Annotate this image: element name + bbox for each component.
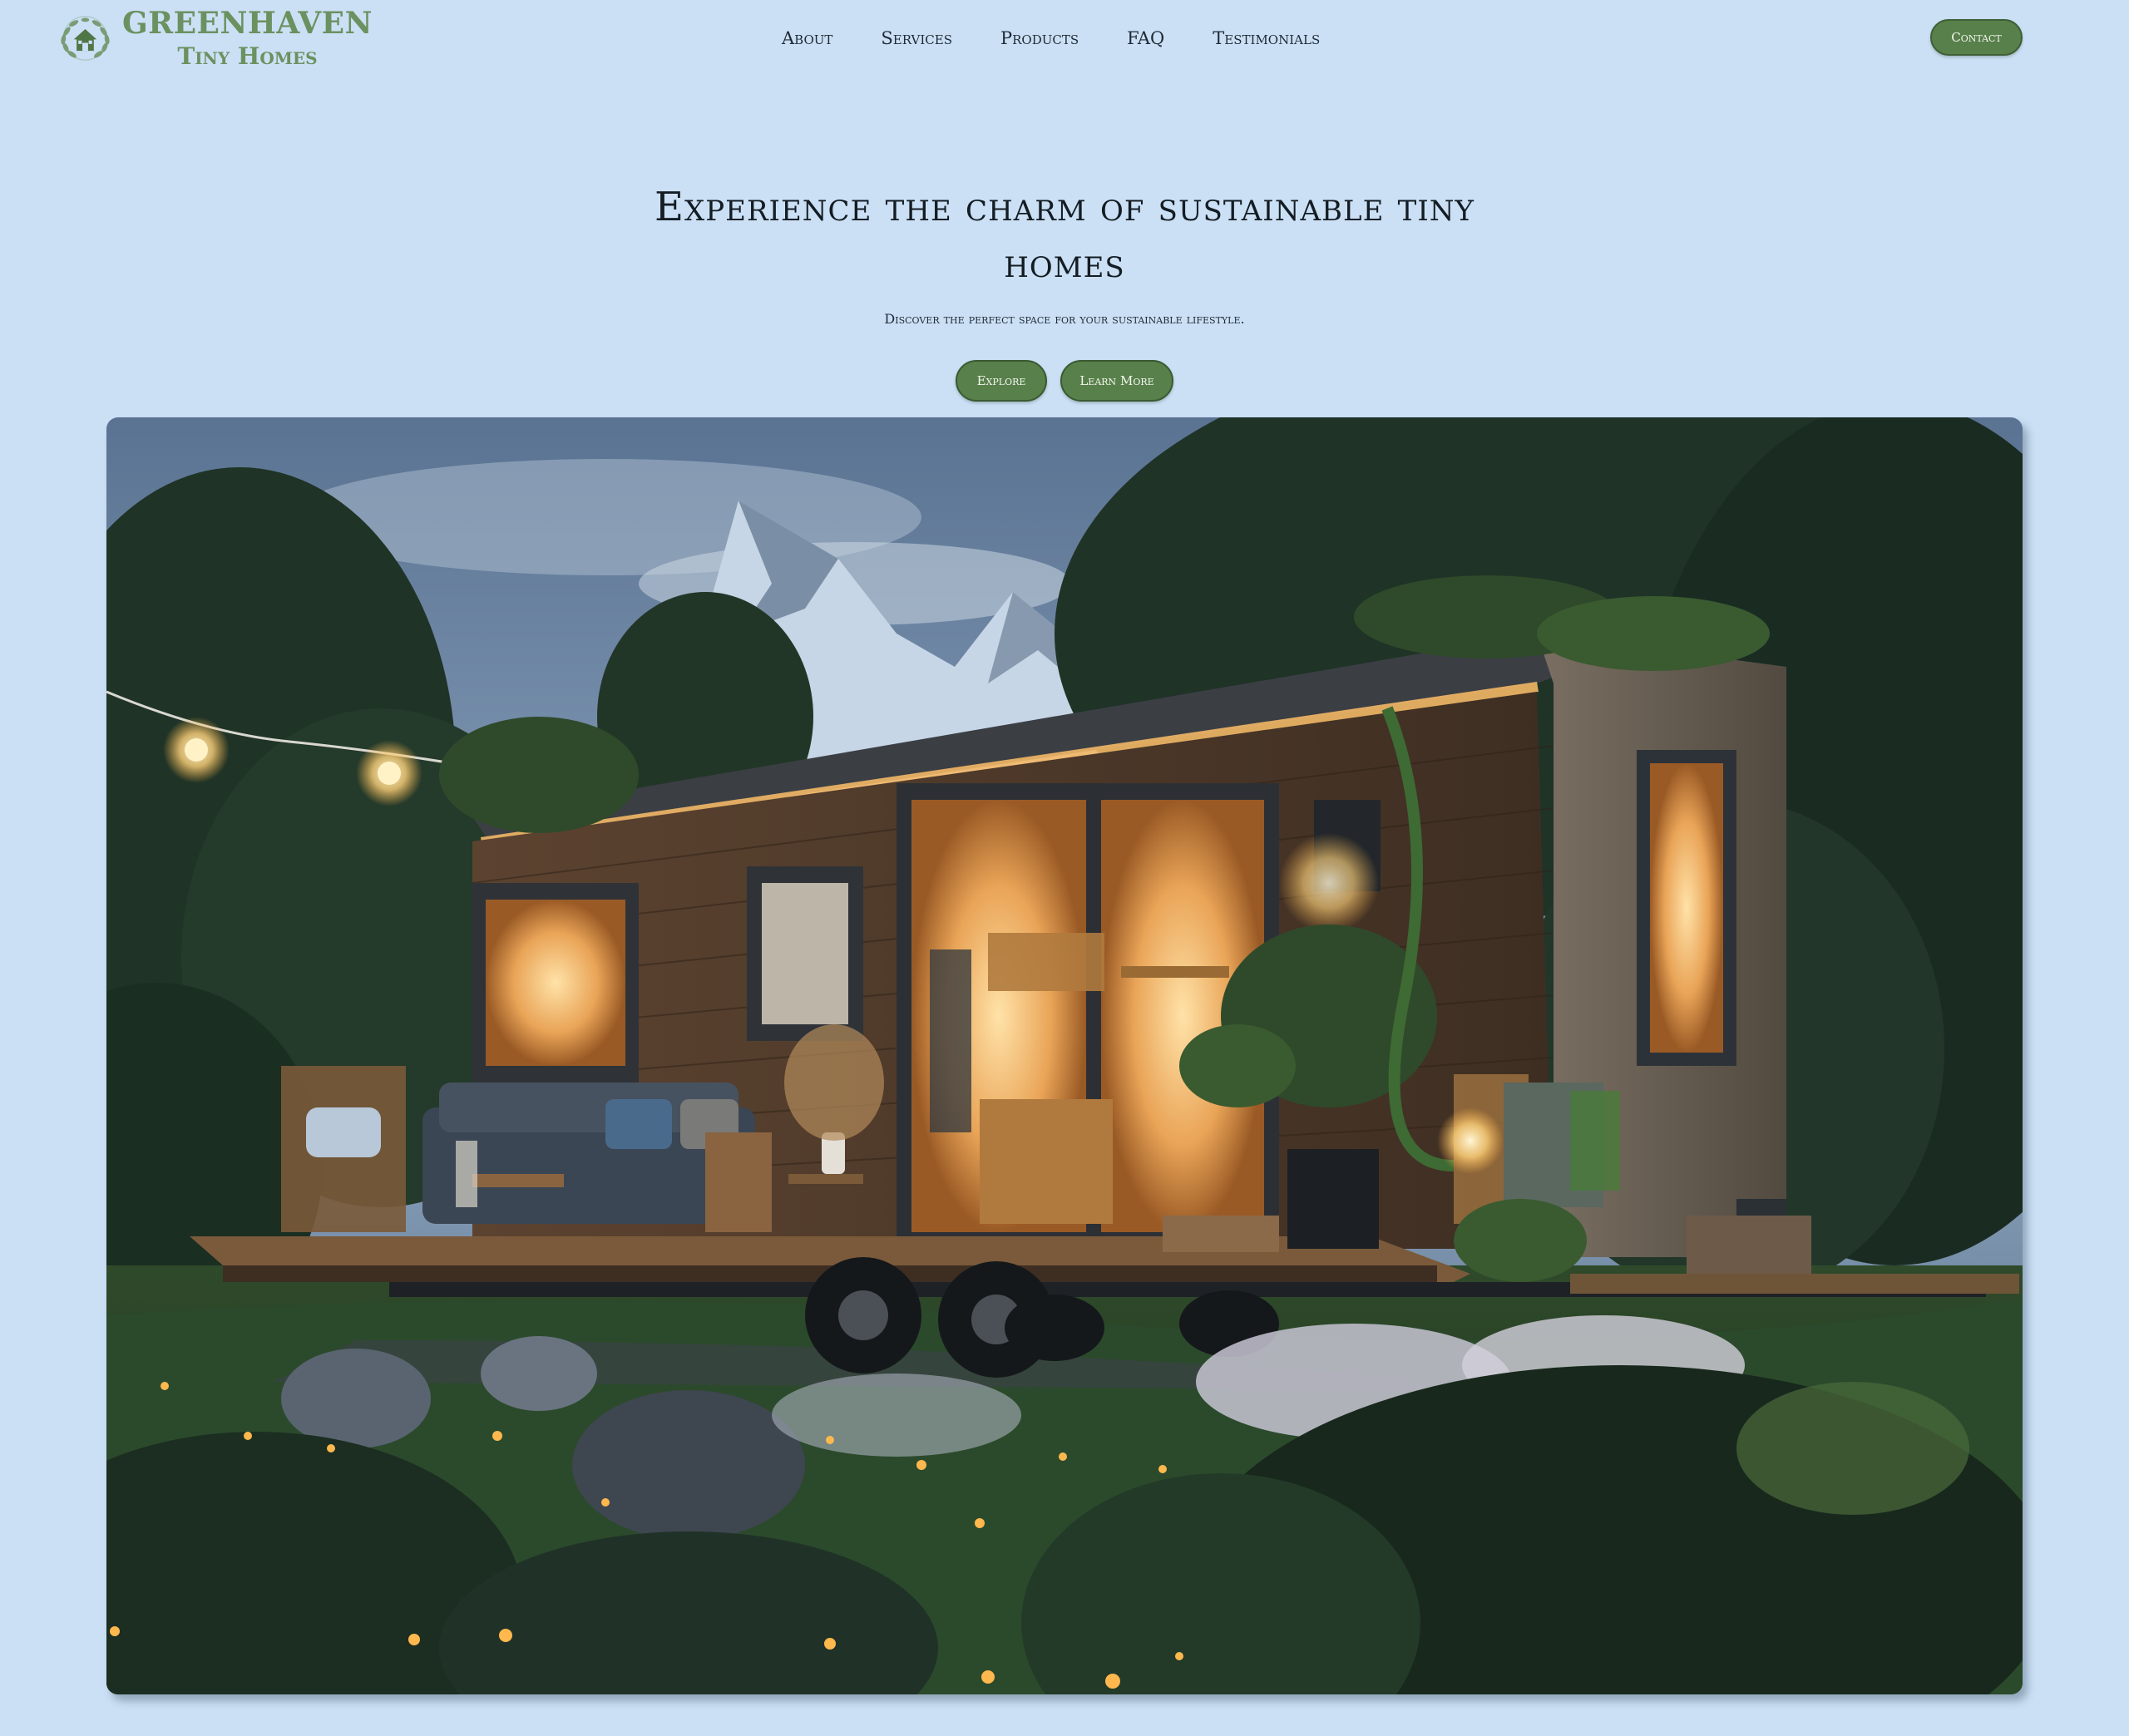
hero-image <box>106 417 2023 1694</box>
hero-subtitle: Discover the perfect space for your sust… <box>884 311 1245 327</box>
tiny-home-photo <box>106 417 2023 1694</box>
explore-button[interactable]: Explore <box>956 360 1047 402</box>
hero-title: Experience the charm of sustainable tiny… <box>655 184 1474 287</box>
main-nav: About Services Products FAQ Testimonials <box>782 22 1320 55</box>
nav-link-about[interactable]: About <box>782 28 832 48</box>
nav-link-products[interactable]: Products <box>1000 28 1079 48</box>
nav-link-services[interactable]: Services <box>881 28 952 48</box>
nav-link-faq[interactable]: FAQ <box>1127 28 1164 48</box>
learn-more-button[interactable]: Learn More <box>1060 360 1173 402</box>
contact-button[interactable]: Contact <box>1930 19 2023 56</box>
brand-tagline: Tiny Homes <box>177 42 318 70</box>
brand-logo[interactable]: GREENHAVEN Tiny Homes <box>57 3 373 73</box>
nav-link-testimonials[interactable]: Testimonials <box>1213 28 1320 48</box>
brand-name: GREENHAVEN <box>121 6 373 41</box>
brand-wordmark: GREENHAVEN Tiny Homes <box>122 8 373 68</box>
site-header: GREENHAVEN Tiny Homes About Services Pro… <box>0 0 2129 76</box>
house-in-leaf-wreath-icon <box>61 16 110 61</box>
